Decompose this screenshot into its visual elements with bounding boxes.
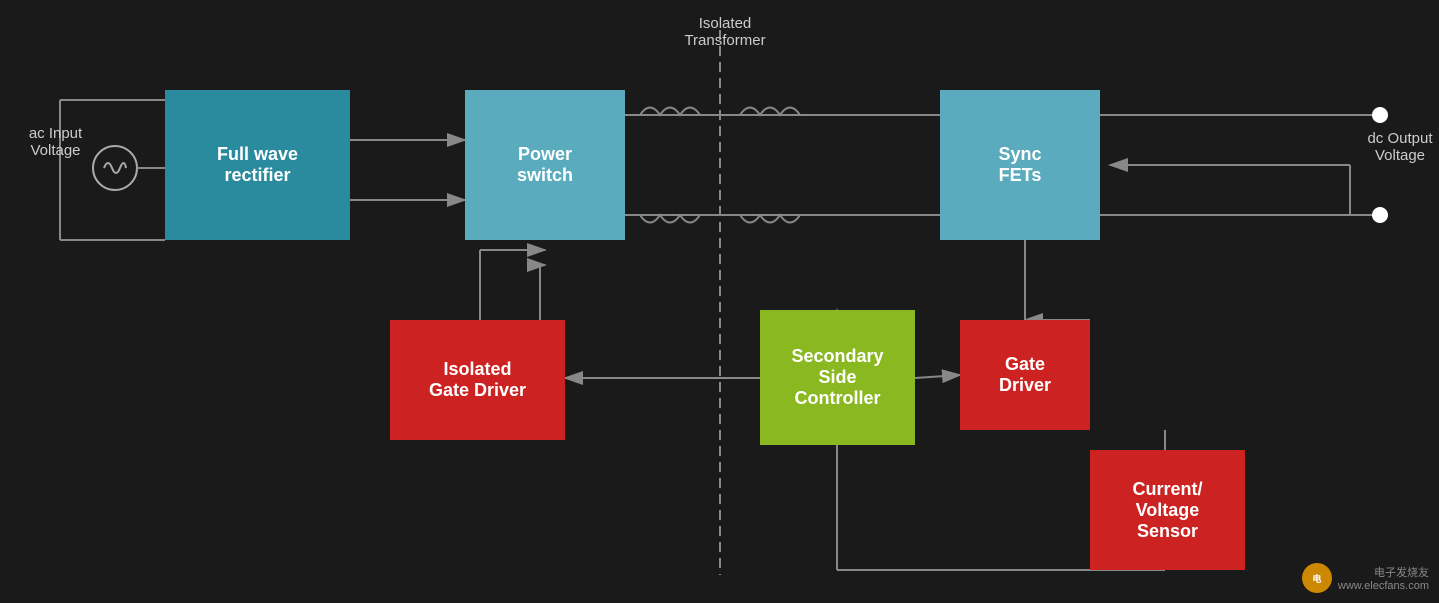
watermark: 电 电子发烧友 www.elecfans.com xyxy=(1302,563,1429,593)
isolated-gate-driver-label: IsolatedGate Driver xyxy=(429,359,526,401)
sync-fets-block: SyncFETs xyxy=(940,90,1100,240)
current-voltage-sensor-label: Current/VoltageSensor xyxy=(1132,479,1202,542)
power-switch-label: Powerswitch xyxy=(517,144,573,186)
dc-output-voltage-label: dc OutputVoltage xyxy=(1355,130,1439,164)
full-wave-rectifier-block: Full waverectifier xyxy=(165,90,350,240)
secondary-side-controller-block: SecondarySideController xyxy=(760,310,915,445)
ac-input-voltage-label: ac InputVoltage xyxy=(8,125,103,159)
gate-driver-label: GateDriver xyxy=(999,354,1051,396)
power-switch-block: Powerswitch xyxy=(465,90,625,240)
gate-driver-block: GateDriver xyxy=(960,320,1090,430)
watermark-line2: www.elecfans.com xyxy=(1338,580,1429,592)
secondary-side-controller-label: SecondarySideController xyxy=(791,346,883,409)
full-wave-rectifier-label: Full waverectifier xyxy=(217,144,298,186)
isolated-transformer-label: IsolatedTransformer xyxy=(660,15,790,49)
current-voltage-sensor-block: Current/VoltageSensor xyxy=(1090,450,1245,570)
sync-fets-label: SyncFETs xyxy=(998,144,1041,186)
isolated-gate-driver-block: IsolatedGate Driver xyxy=(390,320,565,440)
watermark-line1: 电子发烧友 xyxy=(1338,564,1429,580)
